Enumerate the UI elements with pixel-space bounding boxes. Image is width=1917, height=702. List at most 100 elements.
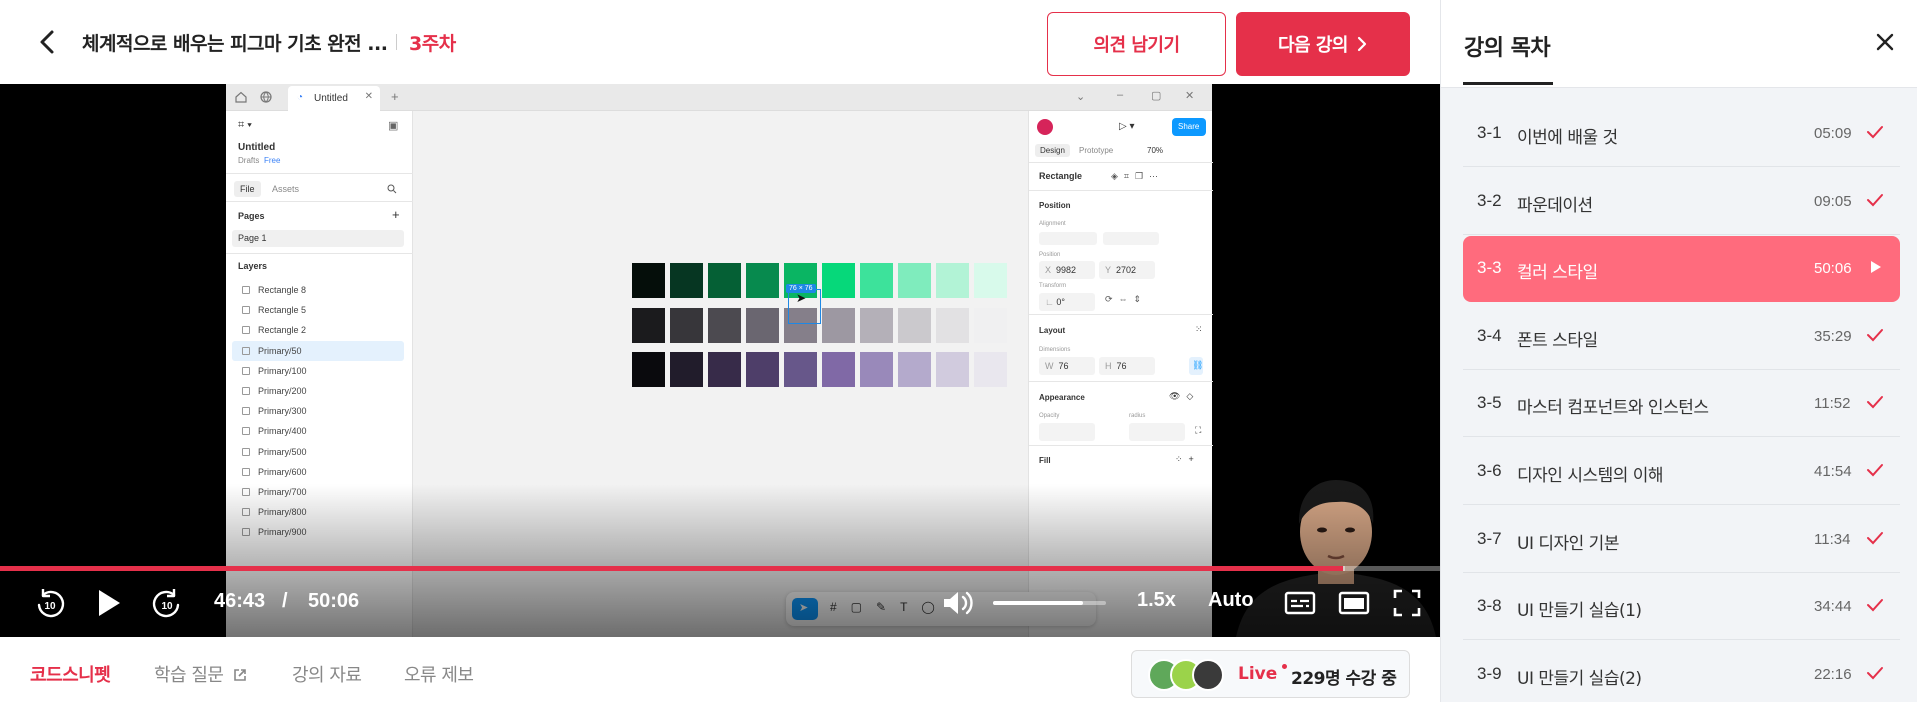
layer-item[interactable]: Primary/500 [232, 442, 404, 462]
x-input[interactable]: X 9982 [1039, 261, 1095, 279]
color-swatch[interactable] [898, 307, 931, 343]
width-input[interactable]: W 76 [1039, 357, 1095, 375]
alignment-controls[interactable] [1039, 232, 1097, 245]
color-swatch[interactable] [974, 352, 1007, 388]
color-swatch[interactable] [822, 307, 855, 343]
video-player[interactable]: Untitled ✕ ◔ + ⌄ – ▢ ✕ ⌗ ▾ ▣ Untitled Dr… [0, 84, 1440, 637]
lecture-item[interactable]: 3-5 마스터 컴포넌트와 인스턴스 11:52 [1463, 371, 1900, 438]
figma-file-tab-button[interactable]: File [234, 181, 261, 197]
present-icon[interactable]: ▷ ▾ [1119, 121, 1135, 132]
color-swatch[interactable] [974, 307, 1007, 343]
play-icon[interactable] [96, 588, 122, 618]
lecture-item[interactable]: 3-2 파운데이션 09:05 [1463, 169, 1900, 235]
layer-item[interactable]: Primary/400 [232, 421, 404, 441]
layer-item[interactable]: Primary/600 [232, 462, 404, 482]
figma-menu-icon[interactable]: ⌗ ▾ [238, 119, 252, 132]
progress-bar[interactable] [0, 566, 1440, 571]
volume-slider[interactable] [993, 601, 1106, 605]
avatar[interactable] [1037, 119, 1053, 135]
minimize-icon[interactable]: – [1117, 89, 1123, 101]
color-swatch[interactable] [746, 352, 779, 388]
lecture-item[interactable]: 3-4 폰트 스타일 35:29 [1463, 304, 1900, 370]
next-lecture-button[interactable]: 다음 강의 [1236, 12, 1410, 76]
color-swatch[interactable] [632, 352, 665, 388]
live-viewers-badge[interactable]: Live 229명 수강 중 [1131, 650, 1410, 698]
color-swatch[interactable] [708, 263, 741, 298]
component-actions-icon[interactable]: ◈⌗❐⋯ [1111, 171, 1164, 182]
y-input[interactable]: Y 2702 [1099, 261, 1155, 279]
flip-icon[interactable]: ⟳⇔⇕ [1105, 294, 1147, 305]
color-swatch[interactable] [708, 352, 741, 388]
feedback-button[interactable]: 의견 남기기 [1047, 12, 1226, 76]
layer-item[interactable]: Rectangle 8 [232, 280, 404, 300]
color-swatch[interactable] [632, 263, 665, 298]
auto-layout-icon[interactable]: ⁙ [1195, 324, 1203, 335]
color-swatch[interactable] [898, 352, 931, 388]
height-input[interactable]: H 76 [1099, 357, 1155, 375]
color-swatch[interactable] [822, 263, 855, 298]
color-swatch[interactable] [860, 263, 893, 298]
volume-icon[interactable] [942, 589, 974, 617]
tab-codesnippet[interactable]: 코드스니펫 [30, 661, 111, 687]
lecture-item[interactable]: 3-1 이번에 배울 것 05:09 [1463, 101, 1900, 167]
close-icon[interactable] [1873, 30, 1897, 54]
constrain-proportions-icon[interactable]: ⛓ [1189, 357, 1203, 375]
panel-toggle-icon[interactable]: ▣ [388, 119, 398, 132]
design-tab[interactable]: Design [1035, 144, 1070, 157]
tab-report[interactable]: 오류 제보 [404, 661, 474, 687]
zoom-level[interactable]: 70% [1147, 146, 1163, 155]
figma-assets-tab[interactable]: Assets [272, 184, 299, 194]
visibility-icon[interactable]: 👁◇ [1169, 391, 1199, 402]
maximize-icon[interactable]: ▢ [1151, 89, 1161, 102]
color-swatch[interactable] [670, 352, 703, 388]
lecture-item[interactable]: 3-6 디자인 시스템의 이해 41:54 [1463, 439, 1900, 505]
page-item[interactable]: Page 1 [232, 230, 404, 247]
layer-item[interactable]: Rectangle 5 [232, 300, 404, 320]
vertical-alignment-controls[interactable] [1103, 232, 1159, 245]
corner-radius-icon[interactable]: ⛶ [1195, 425, 1201, 436]
color-swatch[interactable] [746, 263, 779, 298]
forward-10-icon[interactable]: 10 [151, 587, 183, 619]
color-swatch[interactable] [860, 352, 893, 388]
color-swatch[interactable] [860, 307, 893, 343]
add-page-icon[interactable]: + [392, 207, 400, 222]
lecture-item[interactable]: 3-7 UI 디자인 기본 11:34 [1463, 507, 1900, 573]
color-swatch[interactable] [784, 352, 817, 388]
chevron-down-icon[interactable]: ⌄ [1076, 90, 1085, 103]
color-swatch[interactable] [670, 263, 703, 298]
figma-file-name[interactable]: Untitled [238, 142, 275, 153]
color-swatch[interactable] [632, 307, 665, 343]
color-swatch[interactable] [670, 307, 703, 343]
window-close-icon[interactable]: ✕ [1185, 89, 1194, 102]
color-swatch[interactable] [746, 307, 779, 343]
plus-icon[interactable]: + [391, 89, 399, 104]
theater-mode-icon[interactable] [1338, 590, 1370, 616]
figma-file-tab[interactable]: Untitled ✕ ◔ [288, 86, 380, 111]
prototype-tab[interactable]: Prototype [1079, 146, 1113, 155]
radius-input[interactable] [1129, 423, 1185, 441]
playback-speed[interactable]: 1.5x [1137, 589, 1176, 612]
share-button[interactable]: Share [1172, 118, 1206, 136]
subtitles-icon[interactable] [1284, 590, 1316, 616]
color-swatch[interactable] [898, 263, 931, 298]
search-icon[interactable] [387, 184, 397, 194]
rotation-input[interactable]: ∟ 0° [1039, 293, 1095, 311]
layer-item[interactable]: Rectangle 2 [232, 320, 404, 340]
layer-item[interactable]: Primary/300 [232, 401, 404, 421]
close-tab-icon[interactable]: ✕ [365, 91, 373, 102]
layer-item[interactable]: Primary/50 [232, 340, 404, 361]
fill-actions-icon[interactable]: ⁘+ [1175, 454, 1200, 465]
color-swatch[interactable] [974, 263, 1007, 298]
tab-materials[interactable]: 강의 자료 [292, 661, 362, 687]
lecture-item[interactable]: 3-9 UI 만들기 실습(2) 22:16 [1463, 642, 1900, 702]
opacity-input[interactable] [1039, 423, 1095, 441]
layer-item[interactable]: Primary/100 [232, 361, 404, 381]
lecture-item[interactable]: 3-3 컬러 스타일 50:06 [1463, 236, 1900, 303]
color-swatch[interactable] [936, 263, 969, 298]
fullscreen-icon[interactable] [1393, 589, 1421, 617]
back-arrow-icon[interactable] [34, 28, 62, 56]
color-swatch[interactable] [936, 307, 969, 343]
color-swatch[interactable] [822, 352, 855, 388]
layer-item[interactable]: Primary/200 [232, 381, 404, 401]
tab-questions[interactable]: 학습 질문 [154, 661, 247, 687]
